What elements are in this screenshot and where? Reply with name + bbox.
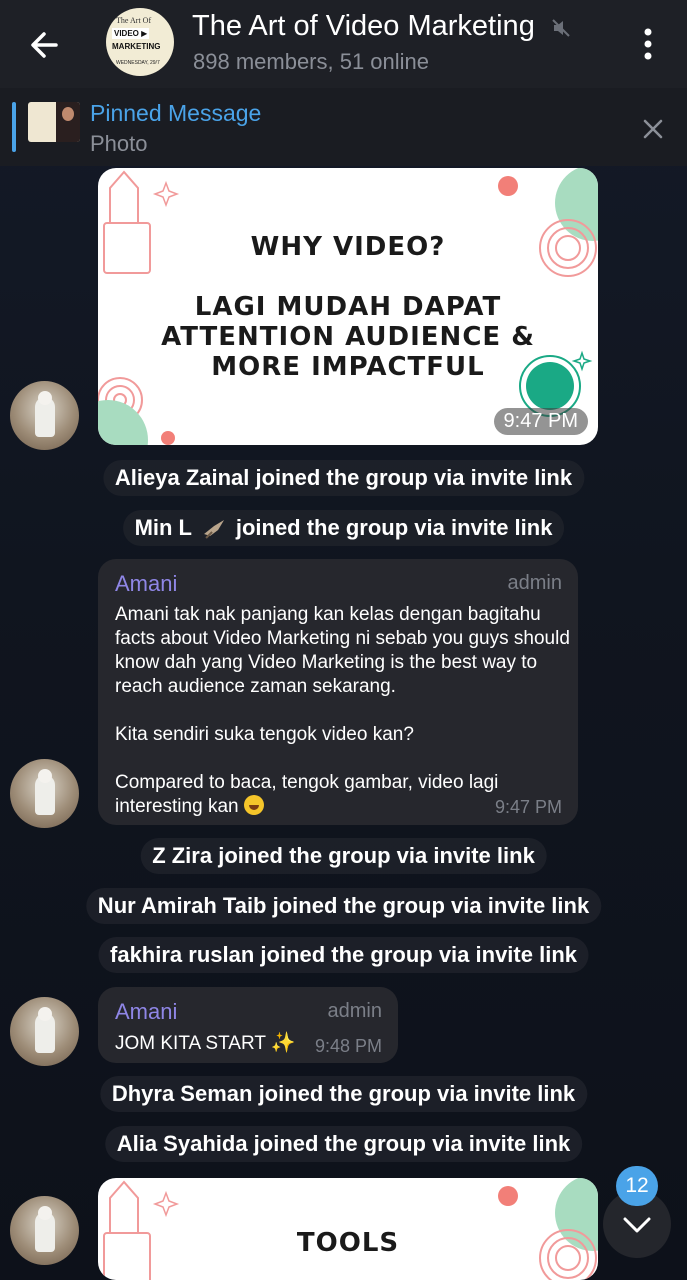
pinned-thumbnail xyxy=(28,102,80,142)
message-time: 9:47 PM xyxy=(494,797,562,817)
admin-badge: admin xyxy=(327,1000,382,1022)
member-name: Min L xyxy=(134,515,192,540)
message-bubble[interactable]: Amani admin JOM KITA START ✨ 9:48 PM xyxy=(98,987,398,1063)
service-message: Alieya Zainal joined the group via invit… xyxy=(102,460,585,496)
pinned-title: Pinned Message xyxy=(90,100,262,126)
service-message: Min L joined the group via invite link xyxy=(122,510,565,546)
group-title[interactable]: The Art of Video Marketing xyxy=(192,10,535,43)
sender-name[interactable]: Amani xyxy=(115,571,177,597)
message-text: JOM KITA START ✨ xyxy=(115,1032,296,1054)
post-body-line: ATTENTION AUDIENCE & xyxy=(161,322,535,352)
message-time: 9:47 PM xyxy=(493,408,588,435)
chat-header: The Art Of VIDEO ▶ MARKETING WEDNESDAY, … xyxy=(0,0,687,88)
image-post[interactable]: WHY VIDEO? LAGI MUDAH DAPAT ATTENTION AU… xyxy=(98,168,598,445)
service-message: Nur Amirah Taib joined the group via inv… xyxy=(85,888,602,924)
service-message: Z Zira joined the group via invite link xyxy=(140,838,547,874)
admin-badge: admin xyxy=(507,572,562,594)
bird-emoji-icon xyxy=(203,520,224,539)
close-icon[interactable] xyxy=(638,114,668,144)
message-bubble[interactable]: Amani admin Amani tak nak panjang kan ke… xyxy=(98,559,578,825)
service-text: joined the group via invite link xyxy=(235,515,553,540)
unread-count-badge[interactable]: 12 xyxy=(616,1166,658,1206)
service-message: fakhira ruslan joined the group via invi… xyxy=(98,937,589,973)
pinned-subtitle: Photo xyxy=(90,131,148,156)
service-message: Alia Syahida joined the group via invite… xyxy=(104,1126,583,1162)
back-arrow-icon[interactable] xyxy=(22,22,68,68)
post-heading: TOOLS xyxy=(296,1228,400,1258)
image-post[interactable]: TOOLS xyxy=(98,1178,598,1280)
message-paragraph: Kita sendiri suka tengok video kan? xyxy=(115,724,414,745)
pinned-message-bar[interactable]: Pinned Message Photo xyxy=(0,88,687,166)
message-paragraph: Amani tak nak panjang kan kelas dengan b… xyxy=(115,604,570,697)
avatar-text: WEDNESDAY, 29/7 xyxy=(116,60,160,66)
member-count: 898 members, 51 online xyxy=(193,49,430,74)
post-body-line: LAGI MUDAH DAPAT xyxy=(194,292,502,322)
sender-name[interactable]: Amani xyxy=(115,999,177,1025)
avatar-text: VIDEO ▶ xyxy=(112,28,150,39)
message-text: Amani tak nak panjang kan kelas dengan b… xyxy=(115,603,570,819)
post-body-line: MORE IMPACTFUL xyxy=(211,352,485,382)
sparkles-emoji-icon: ✨ xyxy=(270,1032,296,1054)
service-message: Dhyra Seman joined the group via invite … xyxy=(99,1076,588,1112)
message-time: 9:48 PM xyxy=(314,1036,382,1056)
avatar[interactable] xyxy=(10,759,79,828)
mute-icon xyxy=(552,19,570,37)
group-avatar[interactable]: The Art Of VIDEO ▶ MARKETING WEDNESDAY, … xyxy=(106,8,174,76)
pinned-indicator xyxy=(12,102,16,152)
avatar[interactable] xyxy=(10,381,79,450)
post-heading: WHY VIDEO? xyxy=(250,232,446,262)
more-menu-icon[interactable] xyxy=(630,24,666,64)
grinning-emoji-icon xyxy=(243,795,264,815)
avatar[interactable] xyxy=(10,997,79,1066)
avatar-text: The Art Of xyxy=(116,16,152,25)
avatar[interactable] xyxy=(10,1196,79,1265)
avatar-text: MARKETING xyxy=(112,42,161,51)
